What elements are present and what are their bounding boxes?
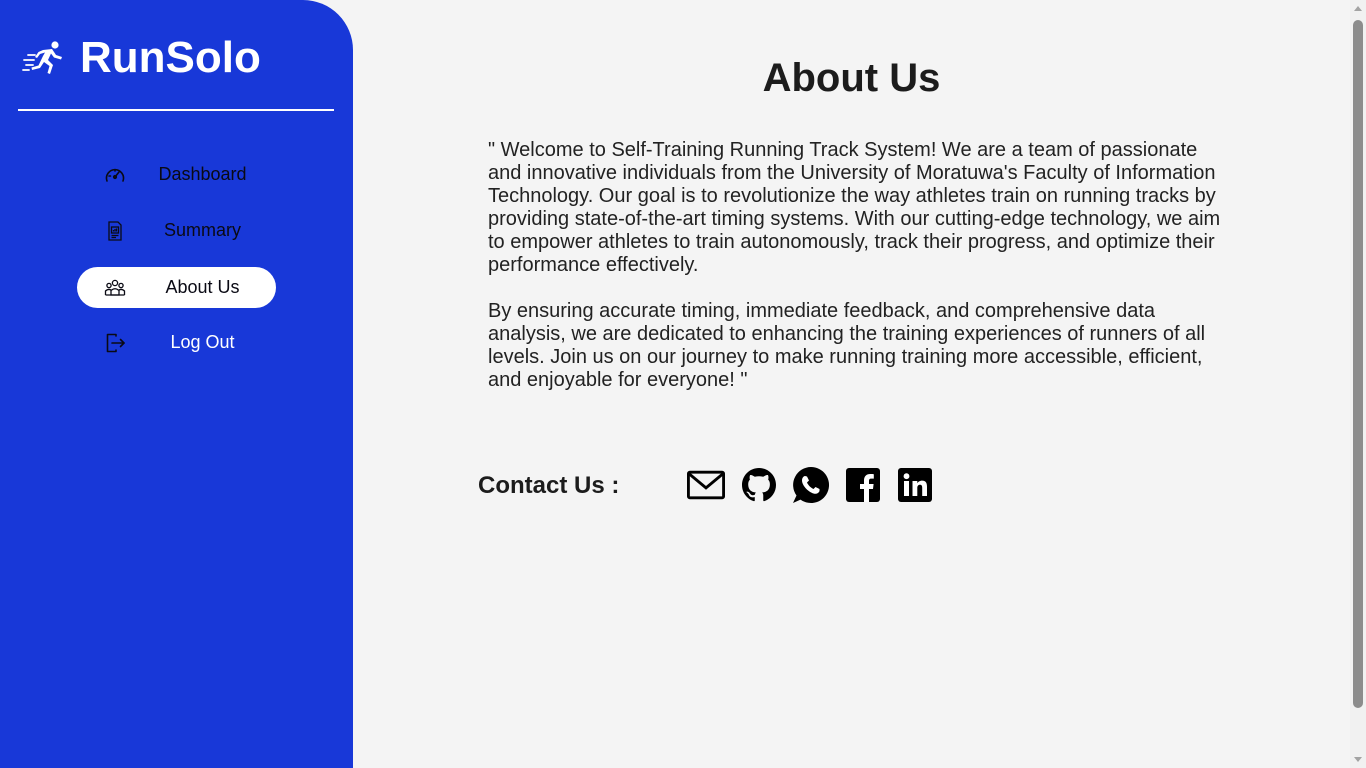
runner-icon	[22, 40, 66, 76]
whatsapp-icon[interactable]	[792, 466, 830, 504]
sidebar-item-log-out[interactable]: Log Out	[77, 322, 276, 363]
sidebar-item-about-us[interactable]: About Us	[77, 267, 276, 308]
brand[interactable]: RunSolo	[22, 36, 261, 80]
sidebar-item-label: About Us	[165, 277, 240, 297]
app-root: RunSolo Dashboard Summary About Us Log O…	[0, 0, 1366, 768]
contact-label: Contact Us :	[478, 472, 620, 499]
team-icon	[104, 277, 126, 299]
scroll-thumb[interactable]	[1353, 20, 1363, 708]
mail-icon[interactable]	[687, 466, 725, 504]
sidebar-item-label: Summary	[163, 220, 241, 240]
about-paragraph: By ensuring accurate timing, immediate f…	[488, 300, 1206, 391]
facebook-icon[interactable]	[844, 466, 882, 504]
logout-icon	[104, 332, 126, 354]
sidebar-item-summary[interactable]: Summary	[77, 210, 276, 251]
divider	[18, 109, 334, 111]
speedometer-icon	[104, 164, 126, 186]
scroll-down-arrow-icon[interactable]	[1354, 757, 1362, 762]
report-icon	[104, 220, 126, 242]
scrollbar[interactable]	[1350, 0, 1366, 768]
brand-title: RunSolo	[80, 33, 261, 82]
about-text: " Welcome to Self-Training Running Track…	[488, 139, 1228, 392]
about-paragraph: " Welcome to Self-Training Running Track…	[488, 139, 1221, 276]
sidebar-item-label: Log Out	[170, 332, 235, 352]
page-title: About Us	[762, 56, 941, 100]
github-icon[interactable]	[740, 466, 778, 504]
sidebar-item-label: Dashboard	[158, 164, 247, 184]
sidebar-item-dashboard[interactable]: Dashboard	[77, 154, 276, 195]
linkedin-icon[interactable]	[896, 466, 934, 504]
sidebar: RunSolo Dashboard Summary About Us Log O…	[0, 0, 353, 768]
scroll-up-arrow-icon[interactable]	[1354, 6, 1362, 11]
